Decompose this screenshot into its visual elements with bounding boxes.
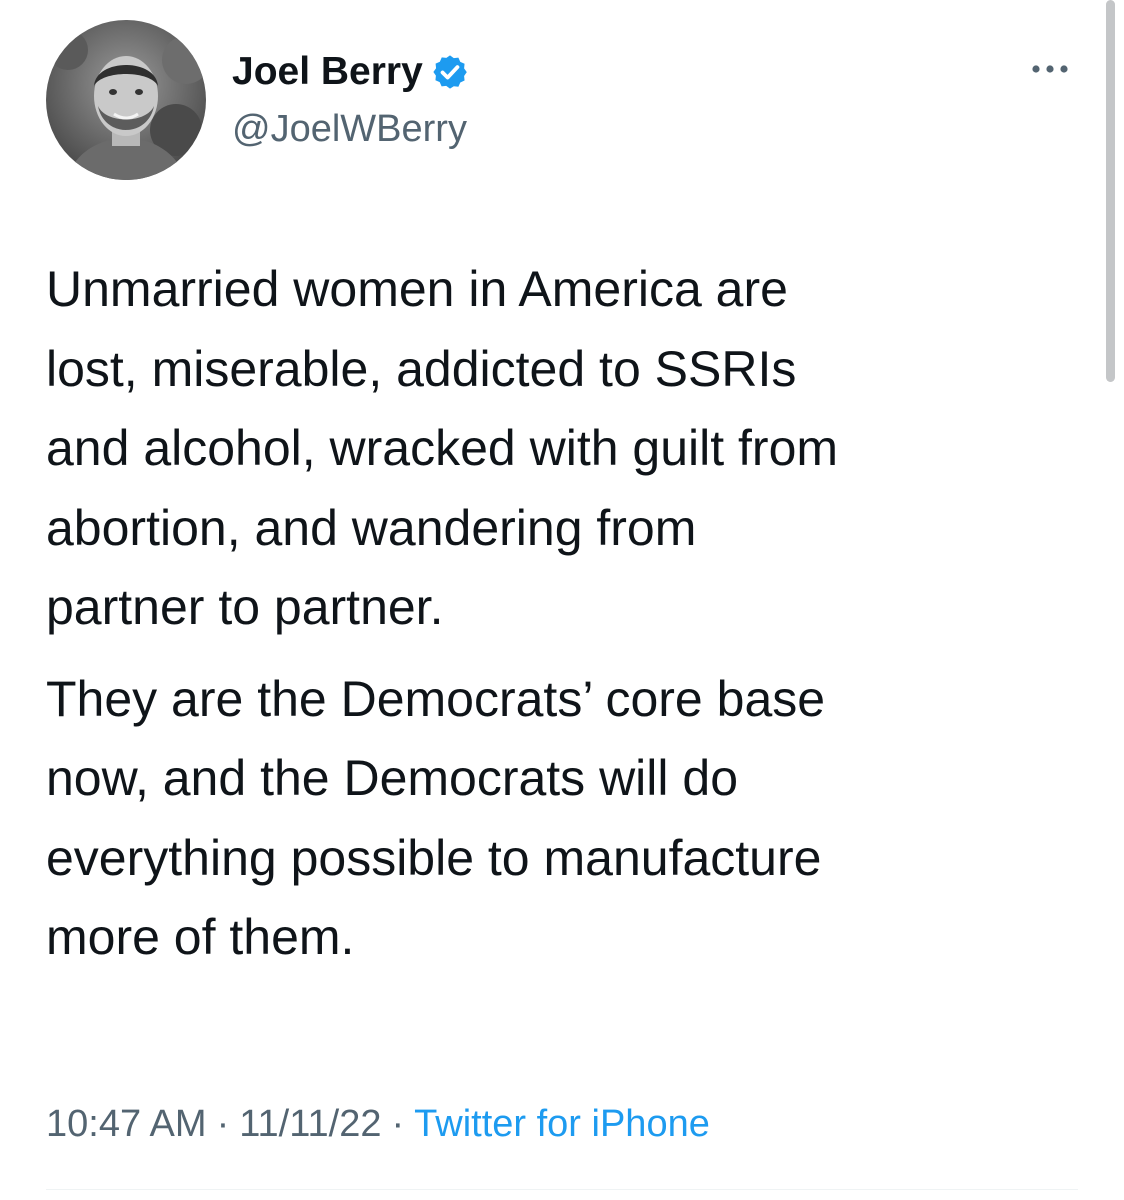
- tweet: Joel Berry @JoelWBerry Unmarried women i…: [0, 0, 1124, 1200]
- avatar[interactable]: [46, 20, 206, 180]
- tweet-date[interactable]: 11/11/22: [239, 1103, 381, 1145]
- tweet-source-link[interactable]: Twitter for iPhone: [414, 1103, 710, 1145]
- more-options-icon: [1032, 65, 1068, 73]
- more-options-button[interactable]: [1022, 52, 1078, 86]
- meta-separator: ·: [391, 1103, 405, 1145]
- author-handle[interactable]: @JoelWBerry: [232, 104, 467, 154]
- verified-badge-icon: [433, 55, 467, 89]
- tweet-paragraph: Unmarried women in America are lost, mis…: [46, 261, 839, 635]
- tweet-time[interactable]: 10:47 AM: [46, 1103, 207, 1145]
- author-display-name[interactable]: Joel Berry: [232, 46, 423, 98]
- avatar-photo: [46, 20, 206, 180]
- scrollbar-thumb[interactable]: [1106, 0, 1115, 382]
- meta-separator: ·: [216, 1103, 230, 1145]
- tweet-paragraph: They are the Democrats’ core base now, a…: [46, 670, 826, 966]
- divider: [46, 1189, 1078, 1190]
- tweet-text: Unmarried women in America are lost, mis…: [46, 250, 1091, 978]
- tweet-metadata: 10:47 AM · 11/11/22 · Twitter for iPhone: [46, 1098, 710, 1150]
- author-name-row: Joel Berry: [232, 46, 469, 98]
